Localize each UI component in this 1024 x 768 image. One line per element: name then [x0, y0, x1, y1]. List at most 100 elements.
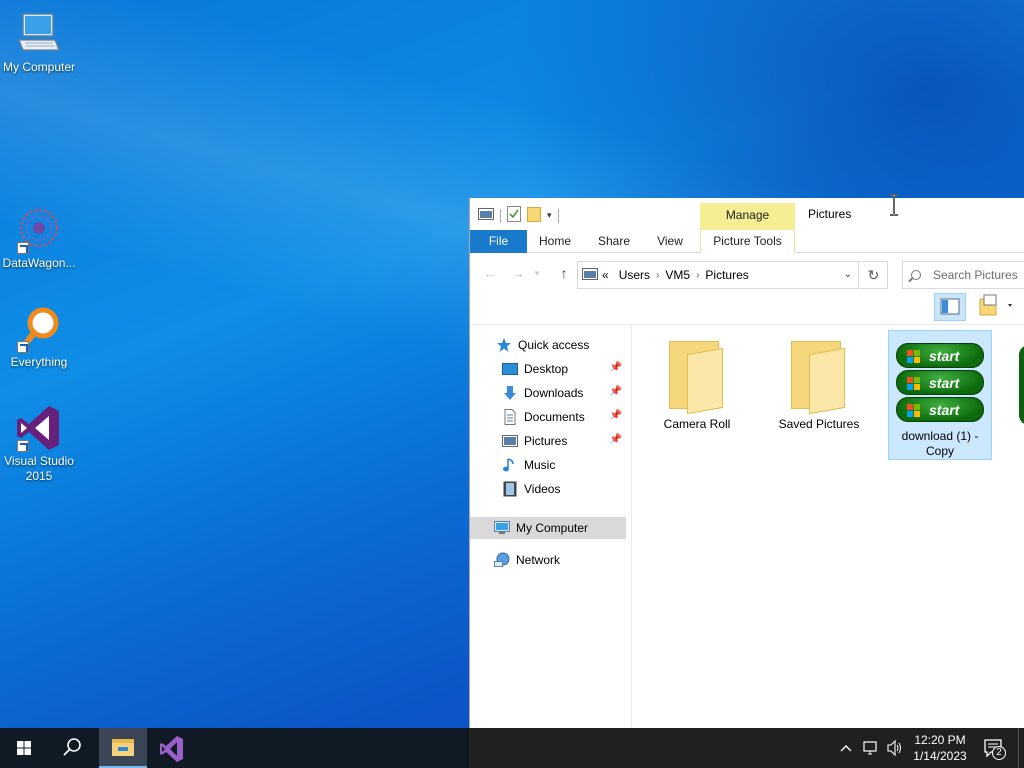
nav-label: My Computer: [516, 521, 589, 535]
thumbnail-text: start: [929, 402, 960, 418]
show-desktop-button[interactable]: [1018, 728, 1024, 768]
nav-music[interactable]: Music: [470, 454, 626, 476]
search-placeholder: Search Pictures: [933, 268, 1018, 282]
windows-flag-icon: [907, 377, 921, 391]
folder-icon: [669, 341, 725, 415]
computer-icon: [15, 10, 63, 58]
shortcut-arrow-icon: [17, 341, 29, 353]
show-hidden-icons-chevron-icon[interactable]: [838, 728, 854, 768]
breadcrumb-pictures[interactable]: Pictures: [705, 268, 748, 282]
customize-toolbar-chevron-icon[interactable]: ▾: [547, 210, 552, 221]
toolbar-divider: [500, 208, 501, 223]
star-icon: [496, 337, 512, 353]
tab-home[interactable]: Home: [532, 230, 578, 253]
taskbar-visual-studio[interactable]: [148, 728, 196, 768]
tab-share[interactable]: Share: [590, 230, 638, 253]
image-thumbnail: start start start: [896, 343, 984, 425]
nav-label: Desktop: [524, 362, 569, 376]
datawagon-icon: [15, 206, 63, 254]
window-menu-icon[interactable]: [478, 208, 494, 223]
music-note-icon: [502, 457, 518, 473]
nav-videos[interactable]: Videos: [470, 478, 626, 500]
file-explorer-icon: [112, 739, 134, 756]
notification-count-badge: 2: [992, 746, 1006, 760]
pin-icon[interactable]: 📌: [610, 434, 622, 445]
desktop-icon-my-computer[interactable]: My Computer: [0, 10, 78, 75]
ribbon-tabs: File Home Share View Picture Tools: [470, 230, 1024, 253]
chevron-right-icon: ›: [696, 269, 700, 281]
recent-locations-chevron-icon[interactable]: ▾: [532, 263, 542, 283]
thumbnail-text: start: [929, 375, 960, 391]
pin-icon[interactable]: 📌: [610, 362, 622, 373]
properties-icon[interactable]: [507, 206, 521, 225]
search-input[interactable]: Search Pictures: [902, 261, 1024, 289]
nav-my-computer[interactable]: My Computer: [470, 517, 626, 539]
desktop-icon-visual-studio[interactable]: Visual Studio 2015: [0, 404, 78, 484]
title-bar: ▾ Manage Pictures: [470, 198, 1024, 230]
address-input[interactable]: « Users › VM5 › Pictures ⌄: [577, 261, 859, 289]
clock[interactable]: 12:20 PM 1/14/2023: [908, 732, 972, 764]
nav-quick-access[interactable]: Quick access: [470, 334, 626, 356]
windows-logo-icon: [17, 741, 31, 755]
desktop-icon-label: DataWagon...: [2, 256, 76, 270]
navigation-pane: Quick access Desktop 📌 Downloads 📌 Docum…: [470, 325, 632, 728]
pin-icon[interactable]: 📌: [610, 386, 622, 397]
film-icon: [502, 481, 518, 497]
start-button[interactable]: [0, 728, 48, 768]
desktop-icon-datawagon[interactable]: DataWagon...: [0, 206, 78, 271]
nav-label: Quick access: [518, 338, 590, 352]
windows-flag-icon: [907, 404, 921, 418]
taskbar: 12:20 PM 1/14/2023 2: [0, 728, 1024, 768]
refresh-icon[interactable]: ↻: [860, 261, 888, 289]
nav-desktop[interactable]: Desktop 📌: [470, 358, 626, 380]
nav-label: Pictures: [524, 434, 568, 448]
breadcrumb-overflow[interactable]: «: [602, 268, 609, 282]
breadcrumb-vm5[interactable]: VM5: [665, 268, 690, 282]
tab-view[interactable]: View: [648, 230, 692, 253]
nav-label: Documents: [524, 410, 585, 424]
partial-thumbnail[interactable]: [1019, 345, 1024, 425]
network-status-icon[interactable]: [862, 728, 880, 768]
windows-flag-icon: [907, 350, 921, 364]
folder-icon: [791, 341, 847, 415]
view-toolbar: [470, 293, 1024, 325]
forward-arrow-icon[interactable]: →: [508, 263, 528, 283]
thumbnail-text: start: [929, 348, 960, 364]
chevron-right-icon: ›: [656, 269, 660, 281]
file-item-saved-pictures[interactable]: Saved Pictures: [767, 333, 871, 453]
search-icon: [63, 738, 81, 756]
computer-icon: [494, 520, 510, 536]
shortcut-arrow-icon: [17, 242, 29, 254]
address-bar: ← → ▾ ↑ « Users › VM5 › Pictures ⌄ ↻ Sea…: [470, 253, 1024, 293]
file-item-camera-roll[interactable]: Camera Roll: [645, 333, 749, 453]
desktop-icon-everything[interactable]: Everything: [0, 305, 78, 370]
action-center-button[interactable]: 2: [980, 728, 1008, 768]
search-button[interactable]: [48, 728, 96, 768]
back-arrow-icon[interactable]: ←: [480, 263, 500, 283]
preview-pane-button[interactable]: [934, 293, 966, 321]
file-name: Saved Pictures: [778, 417, 860, 431]
text-cursor-icon: [889, 194, 899, 216]
tab-picture-tools[interactable]: Picture Tools: [700, 230, 795, 253]
chevron-down-icon[interactable]: ⌄: [844, 269, 852, 280]
details-pane-button[interactable]: [975, 293, 1015, 321]
visual-studio-icon: [15, 404, 63, 452]
nav-downloads[interactable]: Downloads 📌: [470, 382, 626, 404]
file-item-download-copy[interactable]: start start start download (1) - Copy: [888, 330, 992, 460]
volume-icon[interactable]: [885, 728, 905, 768]
pictures-icon: [502, 433, 518, 449]
document-icon: [502, 409, 518, 425]
nav-label: Downloads: [524, 386, 584, 400]
clock-time: 12:20 PM: [914, 733, 966, 747]
nav-pictures[interactable]: Pictures 📌: [470, 430, 626, 452]
nav-network[interactable]: Network: [470, 549, 626, 571]
pin-icon[interactable]: 📌: [610, 410, 622, 421]
tab-file[interactable]: File: [470, 230, 527, 253]
nav-documents[interactable]: Documents 📌: [470, 406, 626, 428]
tab-manage[interactable]: Manage: [700, 203, 795, 230]
search-icon: [911, 270, 921, 280]
up-arrow-icon[interactable]: ↑: [554, 263, 574, 283]
new-folder-icon[interactable]: [527, 206, 541, 225]
breadcrumb-users[interactable]: Users: [619, 268, 650, 282]
taskbar-file-explorer[interactable]: [99, 728, 147, 768]
